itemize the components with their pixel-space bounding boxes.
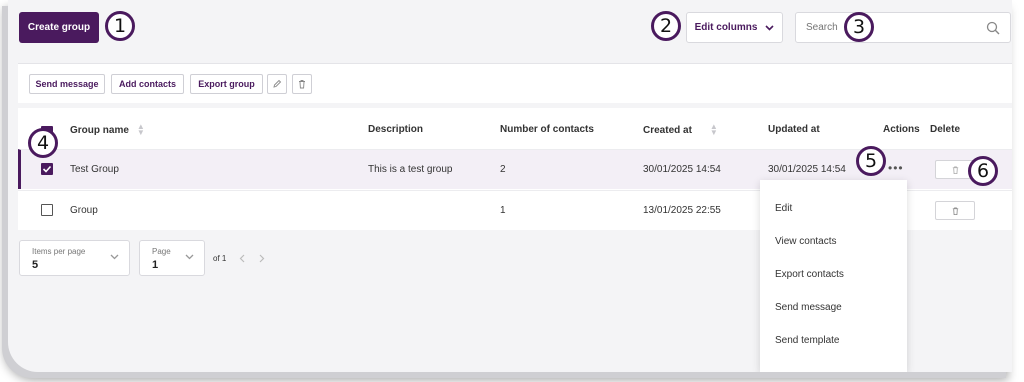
column-header-number-of-contacts: Number of contacts xyxy=(500,124,594,135)
column-header-label: Description xyxy=(368,124,424,135)
contacts-count-cell: 2 xyxy=(500,164,506,175)
delete-group-button[interactable] xyxy=(292,74,312,94)
row-checkbox[interactable] xyxy=(41,204,53,216)
search-input[interactable] xyxy=(806,22,956,33)
menu-item-export-contacts[interactable]: Export contacts xyxy=(775,269,844,280)
page-value: 1 xyxy=(152,259,159,271)
contacts-count-cell: 1 xyxy=(500,205,506,216)
group-name-cell: Group xyxy=(70,205,98,216)
add-contacts-button[interactable]: Add contacts xyxy=(111,74,184,94)
edit-columns-button[interactable]: Edit columns xyxy=(686,12,783,43)
checkmark-icon xyxy=(42,165,52,173)
chevron-right-icon[interactable] xyxy=(259,254,265,263)
created-at-cell: 30/01/2025 14:54 xyxy=(643,164,721,175)
menu-item-send-message[interactable]: Send message xyxy=(775,302,842,313)
menu-item-edit[interactable]: Edit xyxy=(775,203,792,214)
column-header-label: Actions xyxy=(883,124,920,135)
column-header-actions: Actions xyxy=(883,124,920,135)
chevron-down-icon xyxy=(110,254,119,260)
bulk-actions-toolbar: Send message Add contacts Export group xyxy=(18,63,1012,103)
export-group-button[interactable]: Export group xyxy=(190,74,263,94)
column-header-group-name[interactable]: Group name ▲ ▼ xyxy=(70,123,145,137)
chevron-left-icon[interactable] xyxy=(239,254,245,263)
column-header-label: Updated at xyxy=(768,124,820,135)
callout-badge-3: 3 xyxy=(844,12,874,42)
chevron-down-icon xyxy=(765,24,774,31)
search-field[interactable] xyxy=(795,12,1011,43)
trash-icon xyxy=(952,165,958,174)
ellipsis-icon[interactable]: ••• xyxy=(888,161,904,175)
app-frame: Create group 1 2 Edit columns 3 Send mes… xyxy=(8,0,1012,372)
group-name-cell: Test Group xyxy=(70,164,119,175)
sort-icon[interactable]: ▲ ▼ xyxy=(137,123,145,137)
items-per-page-select[interactable]: Items per page 5 xyxy=(19,240,130,276)
updated-at-cell: 30/01/2025 14:54 xyxy=(768,164,846,175)
search-icon[interactable] xyxy=(986,21,1000,35)
callout-badge-6: 6 xyxy=(968,156,998,186)
menu-item-view-contacts[interactable]: View contacts xyxy=(775,236,837,247)
column-header-label: Group name xyxy=(70,124,129,136)
column-header-description: Description xyxy=(368,124,423,135)
pencil-icon xyxy=(273,79,282,88)
chevron-down-icon xyxy=(185,254,194,260)
items-per-page-value: 5 xyxy=(32,259,39,271)
page-count-text: of 1 xyxy=(213,254,227,263)
menu-item-send-template[interactable]: Send template xyxy=(775,335,840,346)
row-delete-button[interactable] xyxy=(935,201,975,220)
page-label: Page xyxy=(152,247,171,256)
trash-icon xyxy=(299,80,305,89)
created-at-cell: 13/01/2025 22:55 xyxy=(643,205,721,216)
column-header-updated-at: Updated at xyxy=(768,124,820,135)
send-message-button[interactable]: Send message xyxy=(29,74,105,94)
edit-columns-label: Edit columns xyxy=(694,22,758,33)
column-header-delete: Delete xyxy=(930,124,960,135)
callout-badge-1: 1 xyxy=(105,11,135,41)
callout-badge-4: 4 xyxy=(28,128,58,158)
edit-group-button[interactable] xyxy=(267,74,287,94)
column-header-label: Number of contacts xyxy=(500,124,594,135)
page-select[interactable]: Page 1 xyxy=(139,240,205,276)
column-header-label: Delete xyxy=(930,124,961,135)
items-per-page-label: Items per page xyxy=(32,247,86,256)
trash-icon xyxy=(952,206,958,215)
column-header-label: Created at xyxy=(643,124,692,136)
description-cell: This is a test group xyxy=(368,164,453,175)
column-header-created-at[interactable]: Created at ▲ ▼ xyxy=(643,123,718,137)
row-actions-menu: Edit View contacts Export contacts Send … xyxy=(760,180,907,372)
callout-badge-2: 2 xyxy=(651,11,681,41)
sort-icon[interactable]: ▲ ▼ xyxy=(710,123,718,137)
row-checkbox[interactable] xyxy=(41,163,53,175)
callout-badge-5: 5 xyxy=(856,146,886,176)
create-group-button[interactable]: Create group xyxy=(19,12,99,43)
